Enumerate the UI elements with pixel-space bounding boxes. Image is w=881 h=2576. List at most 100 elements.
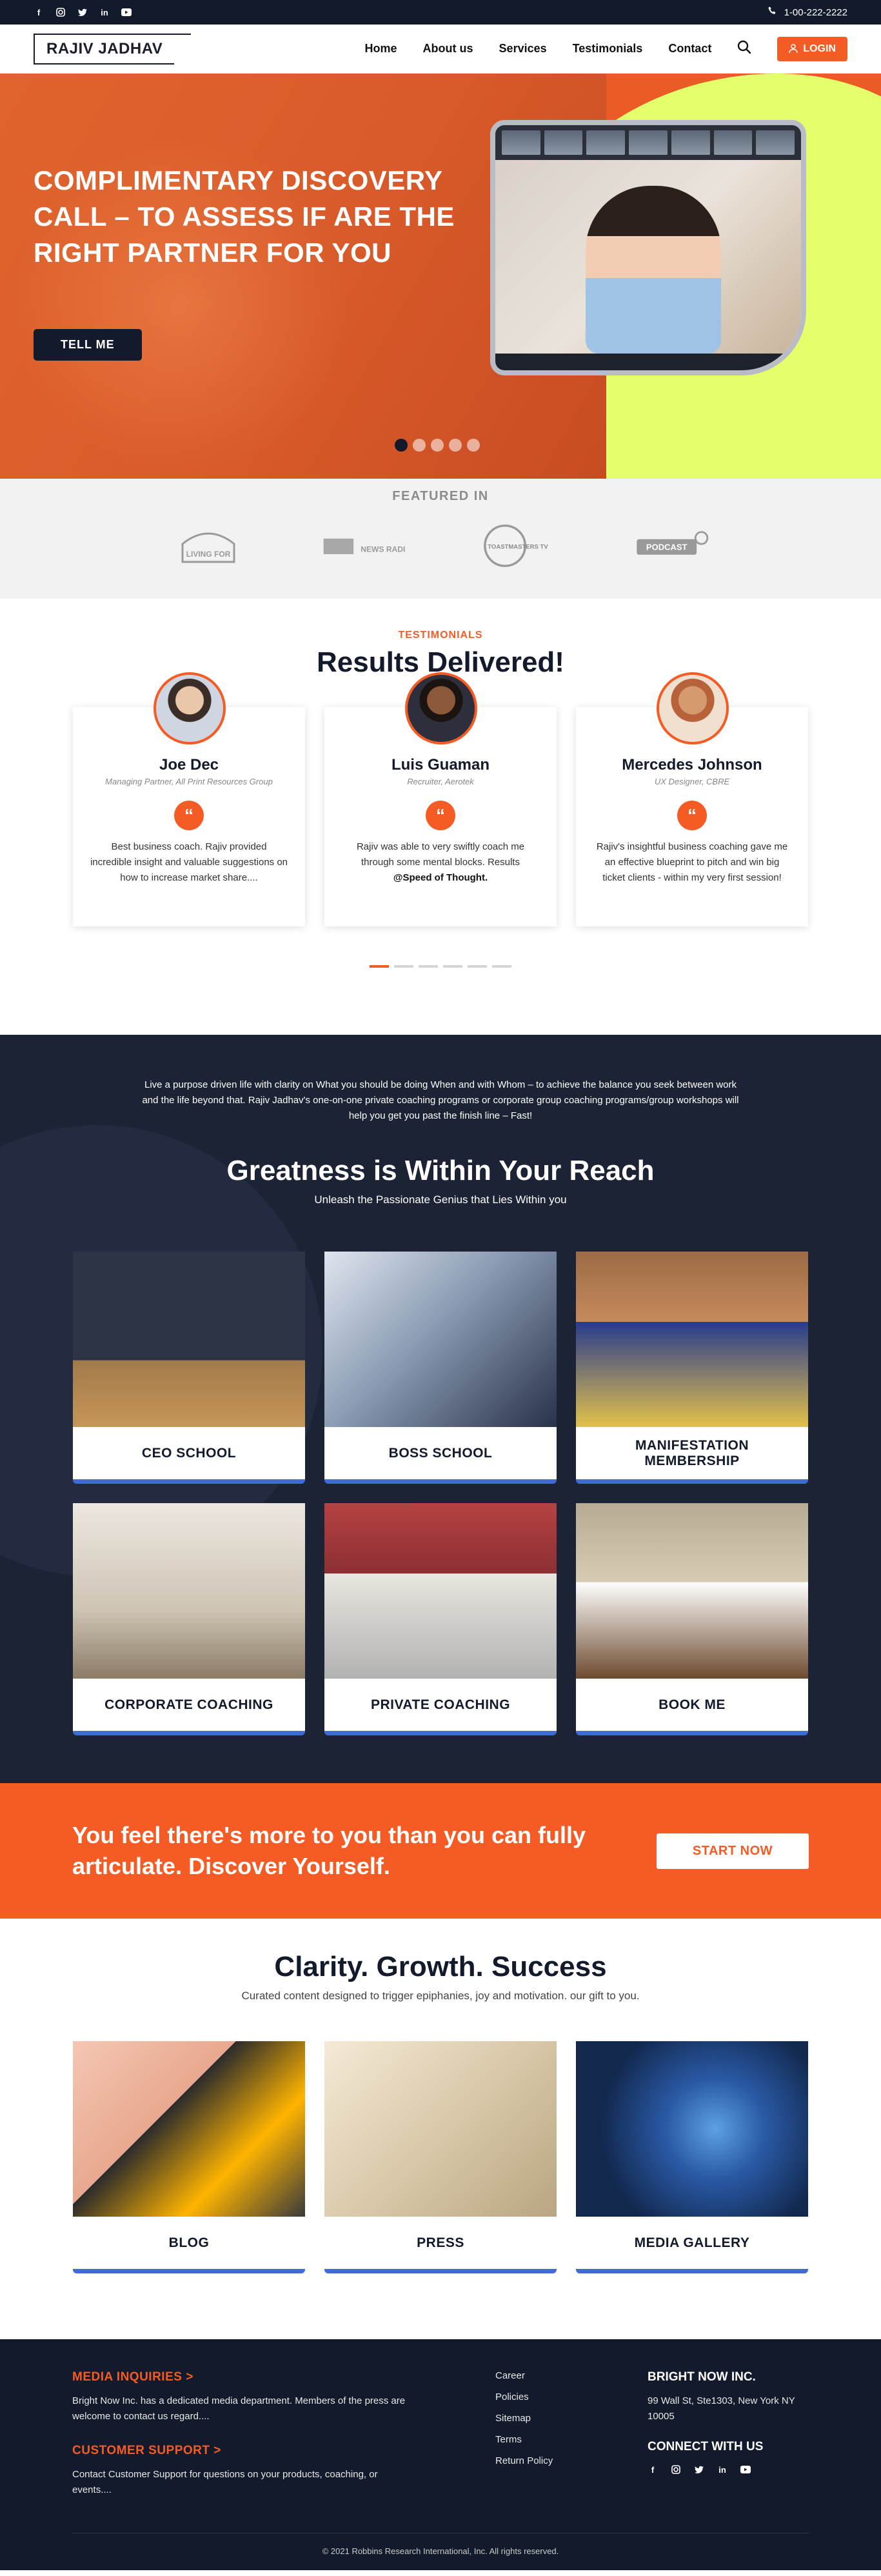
program-card-book-me[interactable]: BOOK ME <box>576 1503 808 1735</box>
hero-cta-button[interactable]: TELL ME <box>34 329 142 361</box>
avatar <box>153 672 226 744</box>
footer-link-career[interactable]: Career <box>495 2370 631 2381</box>
linkedin-icon[interactable]: in <box>717 2464 728 2475</box>
slider-dot-2[interactable] <box>413 439 426 452</box>
facebook-icon[interactable]: f <box>648 2464 658 2475</box>
copyright: © 2021 Robbins Research International, I… <box>72 2533 809 2570</box>
program-image <box>73 1503 305 1679</box>
featured-logo-podcast-text: PODCAST <box>646 543 688 552</box>
customer-support-link[interactable]: CUSTOMER SUPPORT > <box>72 2444 408 2458</box>
linkedin-icon[interactable]: in <box>99 7 110 17</box>
company-name: BRIGHT NOW INC. <box>648 2370 756 2384</box>
footer-socials: f in <box>648 2464 809 2475</box>
testimonials-section: TESTIMONIALS Results Delivered! Joe Dec … <box>0 599 881 1035</box>
program-card-manifestation[interactable]: MANIFESTATION MEMBERSHIP <box>576 1252 808 1484</box>
program-card-boss-school[interactable]: BOSS SCHOOL <box>324 1252 557 1484</box>
login-button[interactable]: LOGIN <box>777 36 847 61</box>
twitter-icon[interactable] <box>694 2464 704 2475</box>
slider-dot-1[interactable] <box>395 439 408 452</box>
testimonial-page-1[interactable] <box>370 965 389 968</box>
featured-logos: LIVING FOR NEWS RADIO TOASTMASTERS TV PO… <box>0 523 881 568</box>
testimonial-page-2[interactable] <box>394 965 413 968</box>
content-label: BLOG <box>168 2235 210 2250</box>
content-image <box>324 2041 557 2217</box>
slider-dots <box>395 439 480 452</box>
main-nav: Home About us Services Testimonials Cont… <box>365 36 847 61</box>
content-card-media-gallery[interactable]: MEDIA GALLERY <box>576 2041 808 2273</box>
search-icon[interactable] <box>737 40 751 57</box>
nav-services[interactable]: Services <box>499 42 547 55</box>
program-image <box>73 1252 305 1427</box>
media-inquiries-link[interactable]: MEDIA INQUIRIES > <box>72 2370 408 2384</box>
footer-link-return-policy[interactable]: Return Policy <box>495 2455 631 2466</box>
facebook-icon[interactable]: f <box>34 7 44 17</box>
footer-links-column: Career Policies Sitemap Terms Return Pol… <box>495 2370 631 2498</box>
program-image <box>576 1503 808 1679</box>
testimonial-text: Best business coach. Rajiv provided incr… <box>90 841 288 883</box>
testimonial-role: Recruiter, Aerotek <box>407 777 474 786</box>
quote-icon: “ <box>426 801 455 830</box>
quote-icon: “ <box>677 801 707 830</box>
footer-link-sitemap[interactable]: Sitemap <box>495 2413 631 2424</box>
program-label: BOSS SCHOOL <box>388 1445 493 1461</box>
footer-link-terms[interactable]: Terms <box>495 2434 631 2445</box>
avatar <box>657 672 729 744</box>
testimonial-name: Joe Dec <box>159 756 219 774</box>
content-card-press[interactable]: PRESS <box>324 2041 557 2273</box>
content-card-blog[interactable]: BLOG <box>73 2041 305 2273</box>
start-now-button[interactable]: START NOW <box>656 1833 809 1869</box>
slider-dot-5[interactable] <box>467 439 480 452</box>
program-label: CORPORATE COACHING <box>104 1697 273 1712</box>
featured-title: FEATURED IN <box>392 489 489 503</box>
hero-title: COMPLIMENTARY DISCOVERY CALL – TO ASSESS… <box>34 165 455 268</box>
testimonial-name: Mercedes Johnson <box>622 756 762 774</box>
instagram-icon[interactable] <box>671 2464 681 2475</box>
testimonial-text-body: Rajiv was able to very swiftly coach me … <box>356 841 525 868</box>
twitter-icon[interactable] <box>77 7 88 17</box>
testimonial-text: Rajiv's insightful business coaching gav… <box>596 841 788 883</box>
youtube-icon[interactable] <box>740 2464 751 2475</box>
instagram-icon[interactable] <box>55 7 66 17</box>
testimonial-page-3[interactable] <box>419 965 438 968</box>
slider-dot-4[interactable] <box>449 439 462 452</box>
program-card-private-coaching[interactable]: PRIVATE COACHING <box>324 1503 557 1735</box>
programs-section: Live a purpose driven life with clarity … <box>0 1035 881 1783</box>
program-card-ceo-school[interactable]: CEO SCHOOL <box>73 1252 305 1484</box>
featured-logo-news-radio: NEWS RADIO <box>321 523 405 568</box>
phone-icon <box>767 6 778 19</box>
testimonial-page-6[interactable] <box>492 965 511 968</box>
site-logo[interactable]: RAJIV JADHAV <box>34 33 192 65</box>
footer-contact-column: MEDIA INQUIRIES > Bright Now Inc. has a … <box>72 2370 408 2498</box>
footer-link-policies[interactable]: Policies <box>495 2391 631 2402</box>
nav-about[interactable]: About us <box>423 42 473 55</box>
phone-contact[interactable]: 1-00-222-2222 <box>767 6 847 19</box>
footer: MEDIA INQUIRIES > Bright Now Inc. has a … <box>0 2339 881 2570</box>
program-card-corporate-coaching[interactable]: CORPORATE COACHING <box>73 1503 305 1735</box>
testimonials-eyebrow: TESTIMONIALS <box>398 630 483 641</box>
nav-contact[interactable]: Contact <box>668 42 711 55</box>
content-label: MEDIA GALLERY <box>634 2235 750 2250</box>
testimonial-page-4[interactable] <box>443 965 462 968</box>
user-icon <box>789 44 798 54</box>
testimonial-card: Luis Guaman Recruiter, Aerotek “ Rajiv w… <box>324 672 557 926</box>
media-inquiries-text: Bright Now Inc. has a dedicated media de… <box>72 2395 406 2422</box>
page: f in 1-00-222-2222 RAJIV JADHAV Home Abo… <box>0 0 881 2570</box>
programs-intro: Live a purpose driven life with clarity … <box>142 1079 739 1121</box>
program-label: PRIVATE COACHING <box>370 1697 511 1712</box>
testimonial-card: Joe Dec Managing Partner, All Print Reso… <box>73 672 305 926</box>
nav-testimonials[interactable]: Testimonials <box>573 42 643 55</box>
testimonial-card: Mercedes Johnson UX Designer, CBRE “ Raj… <box>576 672 808 926</box>
testimonial-page-5[interactable] <box>468 965 487 968</box>
youtube-icon[interactable] <box>121 7 132 17</box>
programs-subtitle: Unleash the Passionate Genius that Lies … <box>314 1193 567 1206</box>
featured-in-section: FEATURED IN LIVING FOR NEWS RADIO TOASTM… <box>0 479 881 599</box>
hero-slider: COMPLIMENTARY DISCOVERY CALL – TO ASSESS… <box>0 74 881 479</box>
testimonial-cards: Joe Dec Managing Partner, All Print Reso… <box>0 672 881 926</box>
avatar <box>405 672 477 744</box>
programs-title: Greatness is Within Your Reach <box>226 1155 655 1186</box>
nav-home[interactable]: Home <box>365 42 397 55</box>
quote-icon: “ <box>174 801 204 830</box>
content-image <box>576 2041 808 2217</box>
program-image <box>576 1252 808 1427</box>
slider-dot-3[interactable] <box>431 439 444 452</box>
